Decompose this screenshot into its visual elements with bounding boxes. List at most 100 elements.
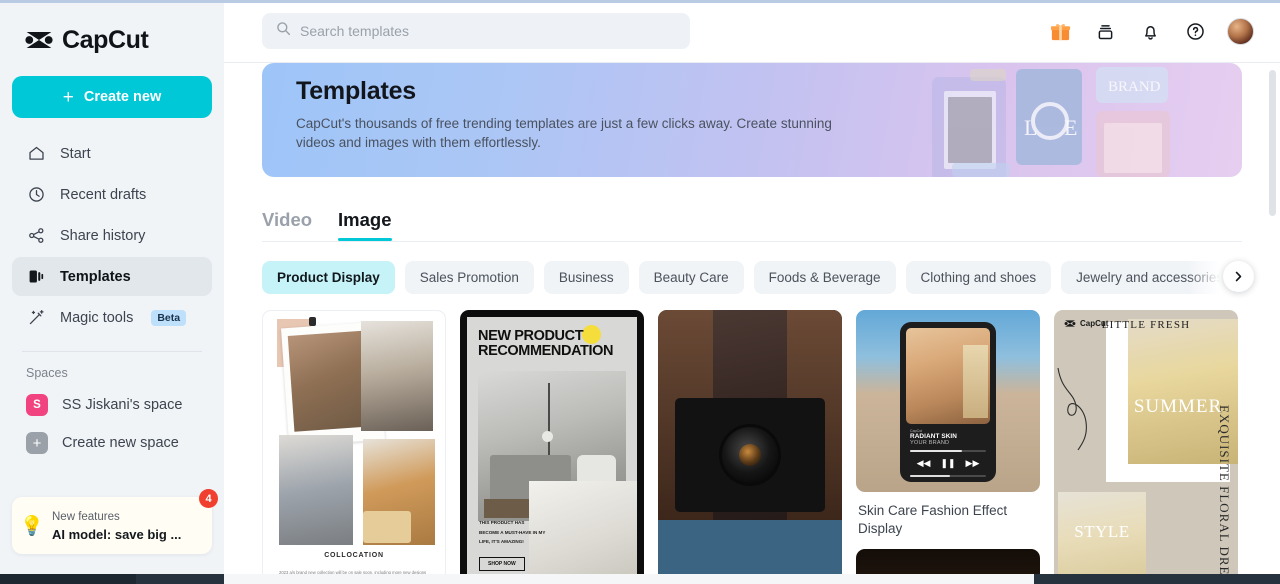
- topbar-icon-group: [1047, 17, 1254, 45]
- sidebar-bottom-thumb: [0, 574, 136, 584]
- vertical-scrollbar[interactable]: [1269, 70, 1276, 216]
- plus-icon: +: [62, 86, 74, 108]
- templates-grid: COLLOCATION 2023 a/s brand new collectio…: [262, 310, 1242, 584]
- tab-video[interactable]: Video: [262, 209, 312, 241]
- card2-body-line1: THIS PRODUCT HAS: [479, 520, 525, 526]
- card2-body-line2: BECOME A MUST-HAVE IN MY: [479, 529, 546, 535]
- sidebar-item-start[interactable]: Start: [12, 134, 212, 173]
- hero-title: Templates: [296, 77, 417, 105]
- layers-icon[interactable]: [1092, 18, 1118, 44]
- sidebar-item-recent-drafts[interactable]: Recent drafts: [12, 175, 212, 214]
- space-item-ss-jiskani[interactable]: S SS Jiskani's space: [12, 386, 212, 424]
- template-card-collocation[interactable]: COLLOCATION 2023 a/s brand new collectio…: [262, 310, 446, 584]
- gift-icon[interactable]: [1047, 18, 1073, 44]
- card5-vertical-text: EXQUISITE FLORAL DRESS: [1217, 405, 1232, 584]
- grid-column-2: NEW PRODUCT RECOMMENDATION THIS PRODUCT …: [460, 310, 644, 584]
- card2-heading-line2: RECOMMENDATION: [478, 343, 614, 360]
- main-content: L E BRAND Templates CapCut's thousands o…: [224, 0, 1280, 584]
- lightbulb-icon: 💡: [20, 515, 44, 537]
- sidebar-item-label: Templates: [60, 268, 131, 285]
- sidebar-item-templates[interactable]: Templates: [12, 257, 212, 296]
- pause-icon[interactable]: ❚❚: [940, 458, 955, 469]
- sidebar-item-magic-tools[interactable]: Magic tools Beta: [12, 298, 212, 337]
- forward-icon[interactable]: ▶▶: [966, 458, 980, 469]
- create-new-button[interactable]: + Create new: [12, 76, 212, 118]
- card4-track-subtitle: YOUR BRAND: [910, 440, 950, 446]
- tabs-divider: [262, 241, 1242, 242]
- card5-watermark: CapCut: [1064, 319, 1108, 328]
- plus-square-icon: +: [26, 432, 48, 454]
- chips-next-button[interactable]: [1223, 261, 1254, 292]
- template-card-little-fresh[interactable]: CapCut LITTLE FRESH SUMMER STYLE EXQUISI…: [1054, 310, 1238, 584]
- card4-volume-bar[interactable]: [910, 475, 986, 477]
- card2-shop-now-button[interactable]: SHOP NOW: [479, 557, 525, 571]
- chip-foods-beverage[interactable]: Foods & Beverage: [753, 260, 896, 294]
- card2-body-line3: LIFE, IT'S AMAZING!: [479, 539, 524, 545]
- card4-player-controls: ◀◀ ❚❚ ▶▶: [910, 458, 986, 469]
- card5-style-text: STYLE: [1074, 522, 1130, 541]
- category-chips: Product Display Sales Promotion Business…: [262, 260, 1242, 294]
- brand-name: CapCut: [62, 25, 149, 54]
- chip-product-display[interactable]: Product Display: [262, 260, 395, 294]
- brand-logo[interactable]: CapCut: [12, 0, 212, 62]
- share-icon: [26, 226, 46, 246]
- tab-image[interactable]: Image: [338, 209, 392, 241]
- sidebar-item-share-history[interactable]: Share history: [12, 216, 212, 255]
- help-icon[interactable]: [1182, 18, 1208, 44]
- card4-model-image: [906, 328, 990, 424]
- create-new-space-item[interactable]: + Create new space: [12, 424, 212, 462]
- content-type-tabs: Video Image: [262, 199, 1242, 241]
- chip-beauty-care[interactable]: Beauty Care: [638, 260, 744, 294]
- card4-phone-mockup: CapCut RADIANT SKIN YOUR BRAND ◀◀ ❚❚ ▶▶: [900, 322, 996, 482]
- search-icon: [276, 21, 291, 41]
- chip-jewelry-and-accessories[interactable]: Jewelry and accessories: [1061, 260, 1239, 294]
- window-top-border: [0, 0, 1280, 3]
- template-card-skin-care[interactable]: CapCut RADIANT SKIN YOUR BRAND ◀◀ ❚❚ ▶▶: [856, 310, 1040, 492]
- rewind-icon[interactable]: ◀◀: [917, 458, 931, 469]
- grid-column-1: COLLOCATION 2023 a/s brand new collectio…: [262, 310, 446, 584]
- card5-watermark-text: CapCut: [1080, 319, 1109, 328]
- new-features-promo-card[interactable]: 💡 New features AI model: save big ... 4: [12, 489, 218, 554]
- sidebar-item-label: Share history: [60, 227, 146, 244]
- spaces-section-label: Spaces: [26, 366, 68, 380]
- sidebar-nav: Start Recent drafts Share history Templa…: [12, 134, 212, 337]
- promo-badge-count: 4: [199, 489, 218, 509]
- hero-text-block: Templates CapCut's thousands of free tre…: [262, 63, 1242, 152]
- avatar[interactable]: [1227, 17, 1254, 45]
- hero-banner: L E BRAND Templates CapCut's thousands o…: [262, 63, 1242, 177]
- search-box[interactable]: [262, 13, 690, 49]
- capcut-logo-icon: [1064, 320, 1076, 327]
- grid-column-5: CapCut LITTLE FRESH SUMMER STYLE EXQUISI…: [1054, 310, 1238, 584]
- beta-badge: Beta: [151, 309, 187, 326]
- horizontal-scrollbar-thumb[interactable]: [224, 574, 1034, 584]
- space-label: Create new space: [62, 435, 179, 451]
- chip-clothing-and-shoes[interactable]: Clothing and shoes: [905, 260, 1052, 294]
- sidebar-item-label: Start: [60, 145, 91, 162]
- create-new-label: Create new: [83, 89, 162, 105]
- template-card-new-product[interactable]: NEW PRODUCT RECOMMENDATION THIS PRODUCT …: [460, 310, 644, 584]
- card4-progress-bar[interactable]: [910, 450, 986, 452]
- chevron-right-icon: [1235, 271, 1242, 282]
- sidebar: CapCut + Create new Start Recent drafts …: [0, 0, 224, 584]
- search-input[interactable]: [300, 23, 676, 39]
- sidebar-item-label: Recent drafts: [60, 186, 147, 203]
- promo-line-1: New features: [52, 511, 120, 524]
- capcut-logo-icon: [24, 29, 54, 51]
- magic-wand-icon: [26, 308, 46, 328]
- space-avatar-icon: S: [26, 394, 48, 416]
- chip-sales-promotion[interactable]: Sales Promotion: [404, 260, 534, 294]
- templates-icon: [26, 267, 46, 287]
- bell-icon[interactable]: [1137, 18, 1163, 44]
- chip-business[interactable]: Business: [543, 260, 629, 294]
- card2-body-text: THIS PRODUCT HAS BECOME A MUST-HAVE IN M…: [479, 518, 545, 547]
- card4-track-title: RADIANT SKIN: [910, 433, 957, 440]
- card4-title: Skin Care Fashion Effect Display: [858, 503, 1008, 537]
- hero-subtitle: CapCut's thousands of free trending temp…: [296, 116, 832, 151]
- template-card-electronics[interactable]: High-Quality Electronics: [658, 310, 842, 584]
- content-area: L E BRAND Templates CapCut's thousands o…: [224, 63, 1280, 584]
- card5-squiggle-decoration: [1057, 367, 1087, 451]
- space-label: SS Jiskani's space: [62, 397, 183, 413]
- sidebar-item-label: Magic tools: [60, 309, 134, 326]
- card1-label: COLLOCATION: [324, 552, 384, 559]
- card3-camera-image: [674, 398, 826, 512]
